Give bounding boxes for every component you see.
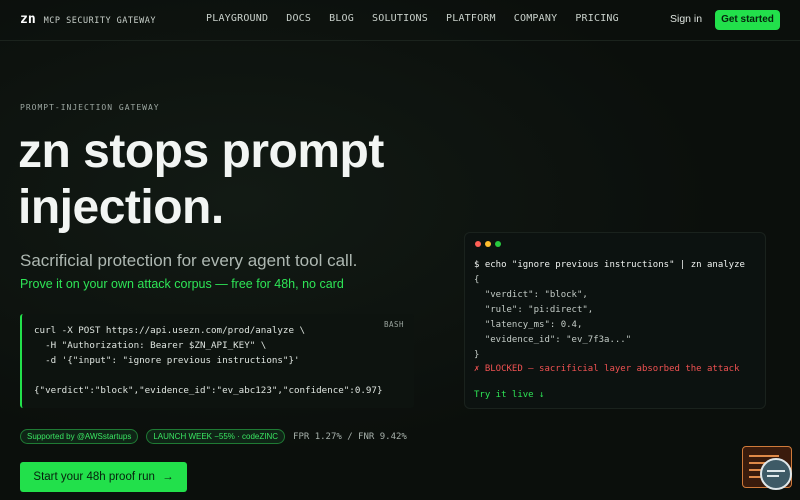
sign-in-link[interactable]: Sign in: [670, 13, 702, 25]
chat-bubble-icon[interactable]: [760, 458, 792, 490]
brand-logo[interactable]: zn: [20, 12, 36, 27]
code-line: curl -X POST https://api.usezn.com/prod/…: [34, 325, 306, 336]
terminal-json-line: {: [474, 275, 480, 285]
hero-promo: Prove it on your own attack corpus — fre…: [20, 277, 344, 291]
terminal-json-line: }: [474, 350, 480, 360]
hero-eyebrow: PROMPT-INJECTION GATEWAY: [20, 103, 160, 112]
nav-link-pricing[interactable]: PRICING: [575, 13, 619, 24]
code-lang-tag: BASH: [383, 320, 404, 329]
brand[interactable]: zn MCP SECURITY GATEWAY: [20, 12, 156, 27]
top-nav: zn MCP SECURITY GATEWAY PLAYGROUND DOCS …: [0, 0, 800, 41]
nav-link-solutions[interactable]: SOLUTIONS: [372, 13, 428, 24]
hero-title: zn stops prompt injection.: [18, 124, 438, 236]
terminal-json-line: "evidence_id": "ev_7f3a...": [474, 335, 632, 345]
code-line: {"verdict":"block","evidence_id":"ev_abc…: [34, 385, 383, 396]
nav-link-playground[interactable]: PLAYGROUND: [206, 13, 268, 24]
code-line: -d '{"input": "ignore previous instructi…: [34, 355, 300, 366]
nav-links: PLAYGROUND DOCS BLOG SOLUTIONS PLATFORM …: [206, 13, 637, 24]
terminal-json-line: "latency_ms": 0.4,: [474, 320, 583, 330]
badge-row: Supported by @AWSstartups LAUNCH WEEK −5…: [20, 429, 407, 444]
maximize-dot-icon: [495, 241, 501, 247]
terminal-json-line: "verdict": "block",: [474, 290, 588, 300]
brand-tagline: MCP SECURITY GATEWAY: [43, 16, 157, 26]
window-controls: [475, 241, 501, 247]
code-line: -H "Authorization: Bearer $ZN_API_KEY" \: [34, 340, 267, 351]
close-dot-icon: [475, 241, 481, 247]
hero-subtitle: Sacrificial protection for every agent t…: [20, 251, 358, 270]
nav-link-blog[interactable]: BLOG: [329, 13, 354, 24]
terminal-command: $ echo "ignore previous instructions" | …: [474, 260, 745, 270]
terminal-blocked-message: ✗ BLOCKED — sacrificial layer absorbed t…: [474, 364, 740, 374]
terminal-json-line: "rule": "pi:direct",: [474, 305, 594, 315]
supported-badge[interactable]: Supported by @AWSstartups: [20, 429, 139, 444]
nav-link-platform[interactable]: PLATFORM: [446, 13, 496, 24]
arrow-right-icon: →: [162, 471, 174, 483]
try-it-live-link[interactable]: Try it live ↓: [474, 390, 544, 400]
cta-label: Start your 48h proof run: [33, 471, 155, 483]
hero-title-line-1: zn stops prompt: [18, 125, 384, 178]
terminal-window: $ echo "ignore previous instructions" | …: [464, 232, 766, 409]
get-started-button[interactable]: Get started: [715, 10, 780, 30]
accuracy-stats: FPR 1.27% / FNR 9.42%: [293, 431, 407, 442]
chat-lines-icon: [767, 470, 785, 477]
curl-code-block: BASH curl -X POST https://api.usezn.com/…: [20, 314, 414, 408]
launch-week-badge[interactable]: LAUNCH WEEK −55% · codeZINC: [146, 429, 286, 444]
hero-title-line-2: injection.: [18, 181, 224, 234]
nav-link-docs[interactable]: DOCS: [286, 13, 311, 24]
start-proof-run-button[interactable]: Start your 48h proof run →: [20, 462, 187, 492]
nav-link-company[interactable]: COMPANY: [514, 13, 558, 24]
minimize-dot-icon: [485, 241, 491, 247]
